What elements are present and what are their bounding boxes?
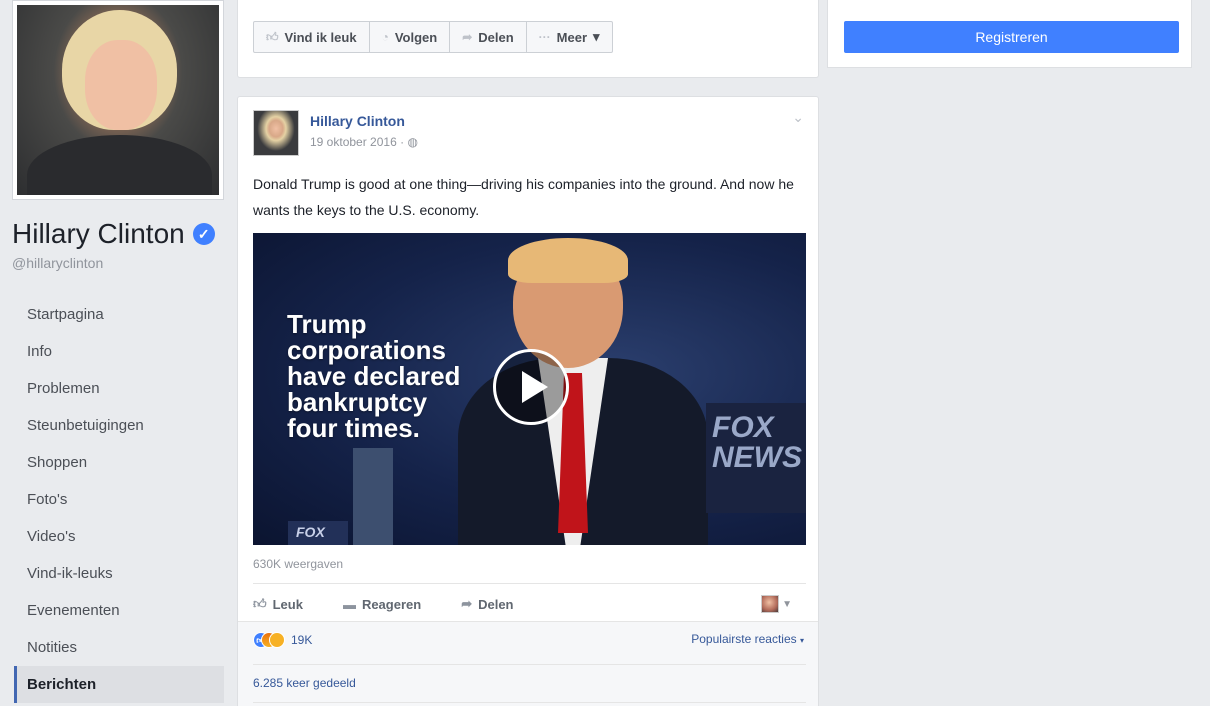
video-caption: Trump corporations have declared bankrup… (287, 309, 461, 443)
post-author-avatar[interactable] (253, 110, 299, 156)
nav-item-vind-ik-leuks[interactable]: Vind-ik-leuks (14, 555, 224, 592)
post-meta: 19 oktober 2016 · ◍ (310, 135, 418, 149)
nav-item-startpagina[interactable]: Startpagina (14, 296, 224, 333)
share-page-button[interactable]: ➦ Delen (450, 22, 527, 52)
more-dots-icon: ··· (538, 30, 551, 44)
nav-item-steunbetuigingen[interactable]: Steunbetuigingen (14, 407, 224, 444)
like-page-button[interactable]: 👍︎ Vind ik leuk (254, 22, 370, 52)
view-count: 630K weergaven (253, 557, 344, 571)
profile-photo (17, 5, 219, 195)
play-icon (521, 371, 548, 403)
user-avatar (761, 595, 780, 613)
nav-item-berichten[interactable]: Berichten (14, 666, 224, 703)
play-button[interactable] (493, 349, 569, 425)
nav-item-problemen[interactable]: Problemen (14, 370, 224, 407)
caret-down-icon: ▼ (782, 598, 792, 610)
reactions-count: 19K (291, 633, 313, 647)
post-as-selector[interactable]: ▼ (761, 595, 792, 613)
verified-badge-icon: ✓ (192, 223, 215, 245)
share-count[interactable]: 6.285 keer gedeeld (253, 676, 356, 690)
thumbs-up-icon: 👍︎ (266, 29, 279, 44)
page-actions-card: 👍︎ Vind ik leuk ◔ Volgen ➦ Delen ··· Mee… (237, 0, 819, 78)
page-actions-group: 👍︎ Vind ik leuk ◔ Volgen ➦ Delen ··· Mee… (253, 21, 613, 53)
page-username: @hillaryclinton (12, 255, 104, 271)
nav-item-shoppen[interactable]: Shoppen (14, 444, 224, 481)
register-button[interactable]: Registreren (844, 21, 1179, 53)
profile-picture[interactable] (12, 0, 224, 200)
more-button[interactable]: ··· Meer ▾ (527, 22, 612, 52)
post-text: Donald Trump is good at one thing—drivin… (253, 176, 794, 218)
page-title: Hillary Clinton ✓ (12, 218, 215, 250)
thumbs-up-icon: 👍︎ (253, 596, 267, 611)
like-button[interactable]: 👍︎ Leuk (253, 596, 303, 612)
network-logo-small: FOX (288, 521, 348, 545)
post-options-chevron-icon[interactable]: ⌄ (792, 109, 804, 126)
post-author-link[interactable]: Hillary Clinton (310, 113, 405, 129)
nav-item-notities[interactable]: Notities (14, 629, 224, 666)
page-name-text: Hillary Clinton (12, 218, 185, 249)
post-video[interactable]: FOX NEWS FOX Trump corporations have dec… (253, 233, 806, 545)
side-nav: Startpagina Info Problemen Steunbetuigin… (14, 296, 224, 703)
popular-reactions-dropdown[interactable]: Populairste reacties ▾ (691, 632, 804, 646)
nav-item-videos[interactable]: Video's (14, 518, 224, 555)
nav-item-fotos[interactable]: Foto's (14, 481, 224, 518)
network-logo: FOX NEWS (706, 403, 806, 513)
feedback-section: 👍︎ 19K Populairste reacties ▾ 6.285 keer… (238, 621, 818, 706)
post-date[interactable]: 19 oktober 2016 (310, 135, 397, 149)
follow-button[interactable]: ◔ Volgen (370, 22, 451, 52)
share-arrow-icon: ➦ (462, 30, 473, 44)
post-actions: 👍︎ Leuk ▬ Reageren ➦ Delen ▼ (253, 589, 806, 619)
nav-item-info[interactable]: Info (14, 333, 224, 370)
globe-icon: ◍ (407, 135, 418, 149)
caret-down-icon: ▾ (593, 29, 600, 44)
page-edge (1197, 0, 1210, 706)
share-arrow-icon: ➦ (461, 596, 473, 611)
share-button[interactable]: ➦ Delen (461, 596, 513, 612)
comment-button[interactable]: ▬ Reageren (343, 597, 421, 612)
post-card: Hillary Clinton 19 oktober 2016 · ◍ ⌄ Do… (237, 96, 819, 706)
register-card: Registreren (827, 0, 1192, 68)
haha-reaction-icon (269, 632, 285, 648)
rss-icon: ◔ (381, 30, 389, 44)
comment-icon: ▬ (342, 596, 356, 612)
reactions-summary[interactable]: 👍︎ 19K (253, 632, 312, 648)
nav-item-evenementen[interactable]: Evenementen (14, 592, 224, 629)
caret-down-icon: ▾ (799, 636, 804, 645)
